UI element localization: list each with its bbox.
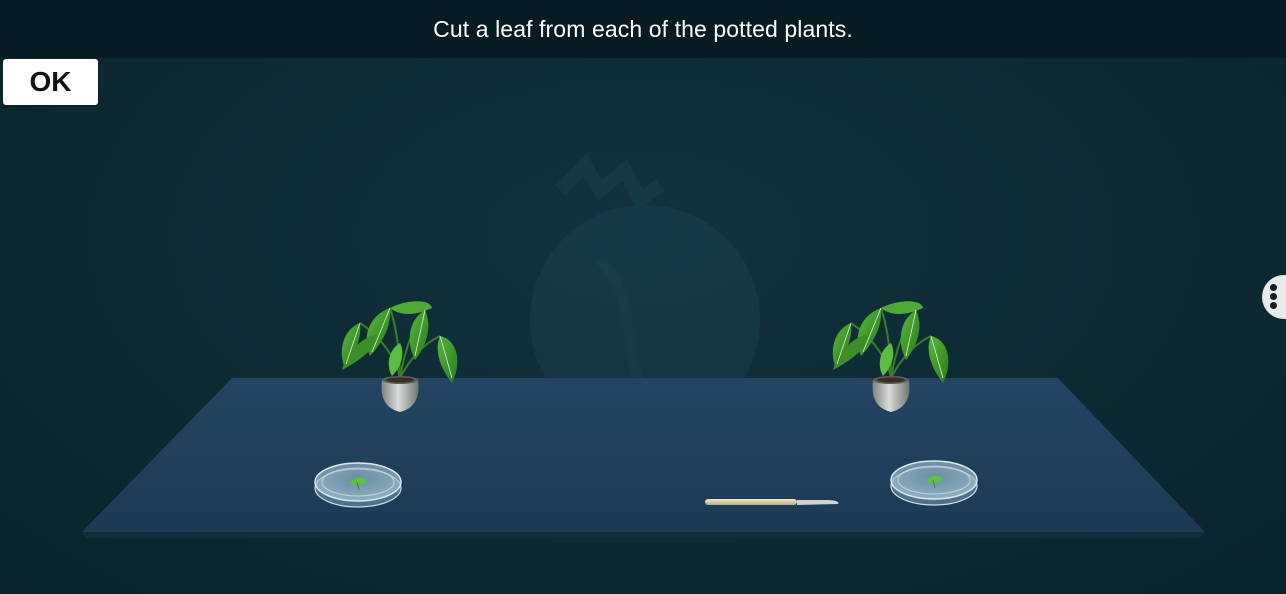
lab-table: [82, 378, 1205, 538]
menu-dot: [1270, 284, 1277, 291]
petri-dish-left[interactable]: [314, 462, 402, 508]
lab-scene: [82, 153, 1205, 538]
menu-dot: [1270, 302, 1277, 309]
instruction-text: Cut a leaf from each of the potted plant…: [433, 15, 853, 42]
petri-dish-right[interactable]: [890, 460, 978, 506]
ok-button[interactable]: OK: [3, 59, 98, 105]
instruction-bar: Cut a leaf from each of the potted plant…: [0, 0, 1286, 58]
menu-dot: [1270, 293, 1277, 300]
simulation-stage: Cut a leaf from each of the potted plant…: [0, 0, 1286, 594]
